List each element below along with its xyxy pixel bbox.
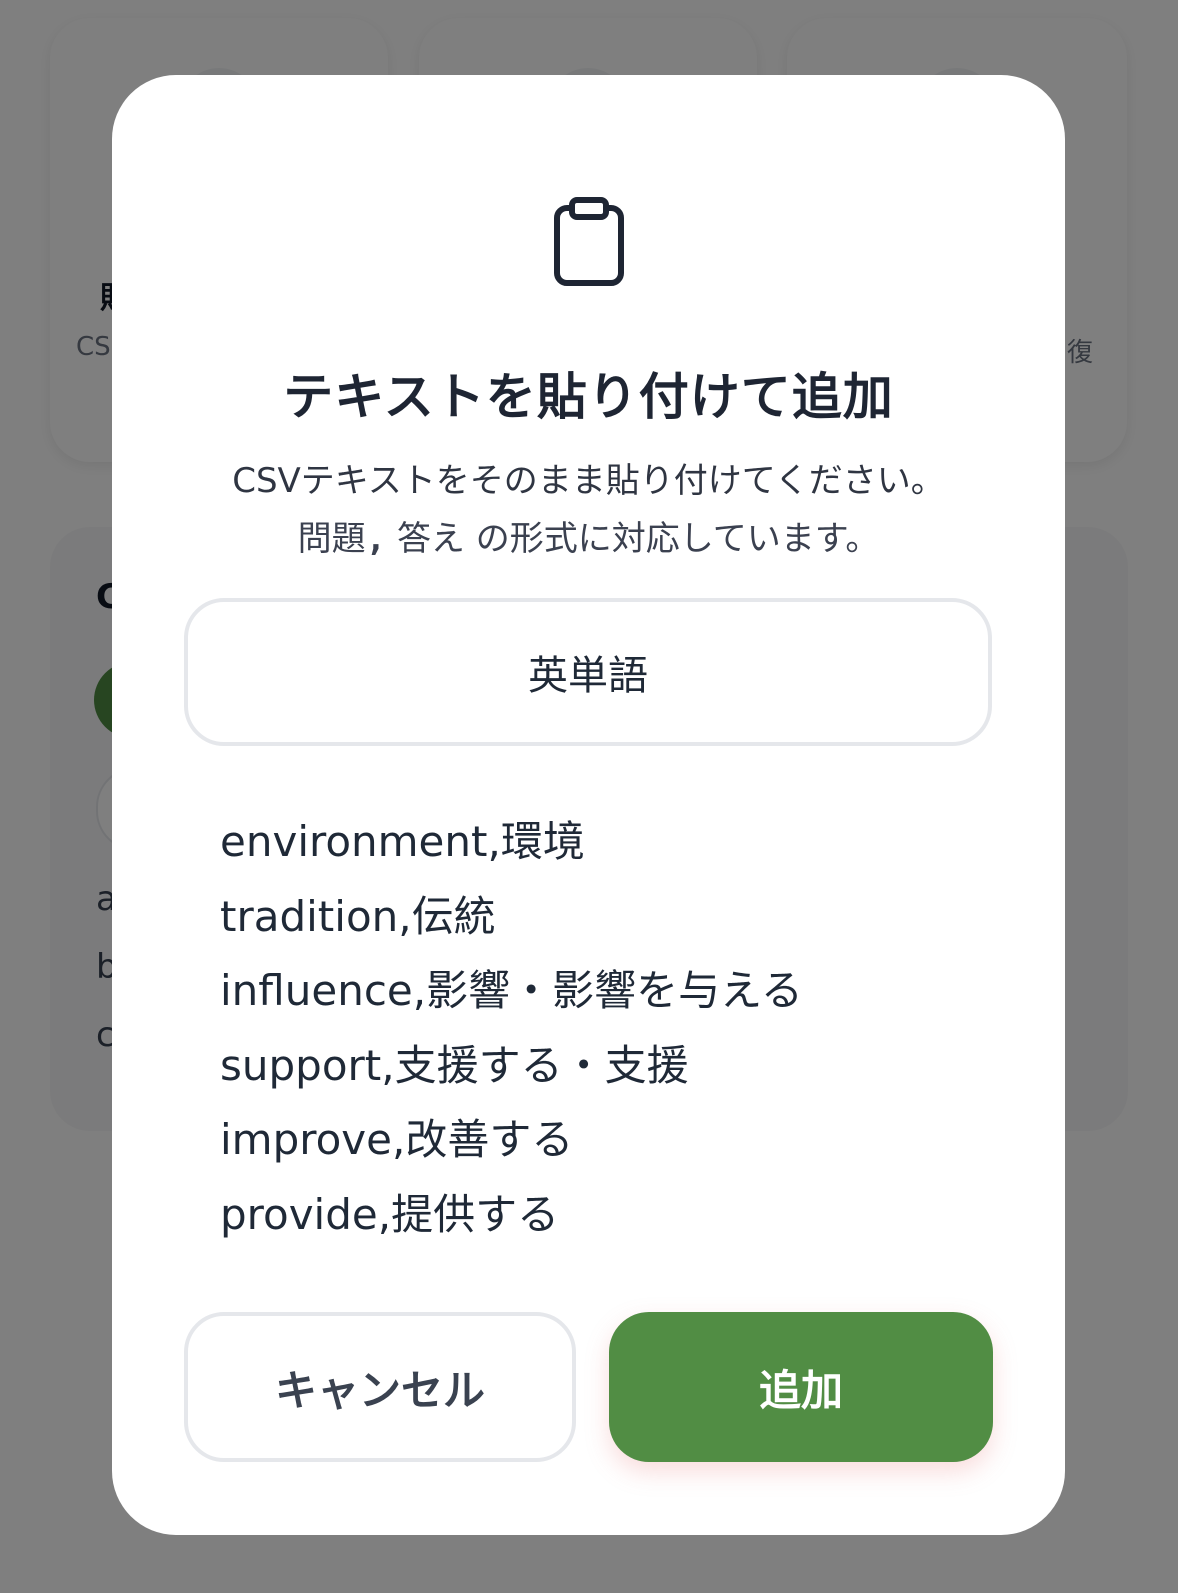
csv-line: provide,提供する xyxy=(220,1189,560,1239)
dialog-format-hint: 問題, 答え の形式に対応しています。 xyxy=(112,511,1065,560)
paste-text-dialog: テキストを貼り付けて追加 CSVテキストをそのまま貼り付けてください。 問題, … xyxy=(112,75,1065,1535)
csv-line: improve,改善する xyxy=(220,1115,574,1164)
format-answer-label: 答え xyxy=(396,519,465,559)
format-suffix: の形式に対応しています。 xyxy=(475,519,880,559)
dialog-description: CSVテキストをそのまま貼り付けてください。 xyxy=(232,461,945,501)
csv-line: tradition,伝統 xyxy=(220,891,496,941)
deck-name-input[interactable]: 英単語 xyxy=(184,598,992,746)
cancel-button[interactable]: キャンセル xyxy=(184,1312,576,1462)
dialog-title: テキストを貼り付けて追加 xyxy=(283,368,894,426)
clipboard-icon xyxy=(553,197,625,287)
csv-line: support,支援する・支援 xyxy=(220,1040,689,1090)
format-separator: , xyxy=(365,519,387,559)
csv-line: environment,環境 xyxy=(220,817,585,866)
format-question-label: 問題 xyxy=(297,519,366,559)
csv-line: influence,影響・影響を与える xyxy=(220,966,803,1015)
add-button[interactable]: 追加 xyxy=(609,1312,993,1462)
csv-textarea[interactable]: environment,環境 tradition,伝統 influence,影響… xyxy=(184,795,992,1265)
